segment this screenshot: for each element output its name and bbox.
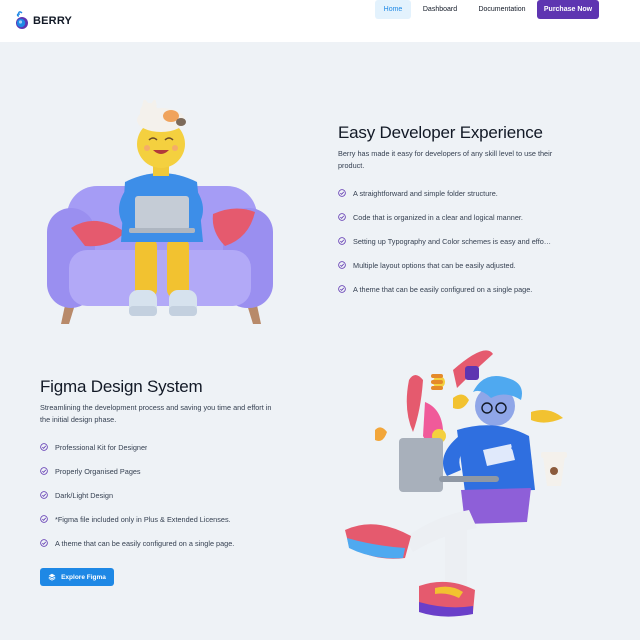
top-navbar: BERRY Home Dashboard Documentation Purch…	[0, 0, 640, 42]
figma-feature-text: *Figma file included only in Plus & Exte…	[55, 514, 231, 524]
developer-feature-text: Multiple layout options that can be easi…	[353, 260, 516, 270]
figma-section-description: Streamlining the development process and…	[40, 403, 272, 424]
developer-feature-item: Setting up Typography and Color schemes …	[338, 235, 578, 247]
purchase-now-button[interactable]: Purchase Now	[537, 0, 599, 19]
check-circle-icon	[40, 467, 48, 475]
check-circle-icon	[338, 285, 346, 293]
nav-dashboard-button[interactable]: Dashboard	[418, 0, 462, 19]
figma-feature-item: Dark/Light Design	[40, 489, 300, 501]
figma-feature-text: Properly Organised Pages	[55, 466, 141, 476]
brand-logo[interactable]: BERRY	[14, 11, 72, 31]
explore-figma-button[interactable]: Explore Figma	[40, 568, 114, 586]
check-circle-icon	[338, 213, 346, 221]
figma-feature-text: Dark/Light Design	[55, 490, 113, 500]
figma-feature-item: Professional Kit for Designer	[40, 441, 300, 453]
nav-documentation-button[interactable]: Documentation	[471, 0, 533, 19]
developer-section-title: Easy Developer Experience	[338, 123, 543, 142]
developer-section-description: Berry has made it easy for developers of…	[338, 149, 553, 170]
check-circle-icon	[338, 237, 346, 245]
check-circle-icon	[40, 539, 48, 547]
check-circle-icon	[40, 491, 48, 499]
explore-figma-label: Explore Figma	[61, 573, 106, 581]
figma-feature-item: Properly Organised Pages	[40, 465, 300, 477]
figma-feature-item: *Figma file included only in Plus & Exte…	[40, 513, 300, 525]
developer-feature-item: A theme that can be easily configured on…	[338, 283, 588, 295]
designer-with-laptop-illustration	[345, 350, 567, 617]
developer-feature-item: Code that is organized in a clear and lo…	[338, 211, 588, 223]
nav-home-button[interactable]: Home	[375, 0, 411, 19]
figma-section-title: Figma Design System	[40, 377, 203, 396]
developer-feature-text: Code that is organized in a clear and lo…	[353, 212, 523, 222]
developer-feature-item: Multiple layout options that can be easi…	[338, 259, 588, 271]
berry-logo-icon	[16, 11, 28, 29]
developer-feature-text: A straightforward and simple folder stru…	[353, 188, 498, 198]
figma-feature-text: A theme that can be easily configured on…	[55, 538, 235, 548]
check-circle-icon	[40, 515, 48, 523]
developer-on-sofa-illustration	[47, 100, 273, 324]
check-circle-icon	[40, 443, 48, 451]
check-circle-icon	[338, 261, 346, 269]
layers-icon	[48, 573, 56, 581]
check-circle-icon	[338, 189, 346, 197]
developer-feature-text: Setting up Typography and Color schemes …	[353, 236, 552, 246]
brand-name: BERRY	[33, 15, 73, 27]
figma-feature-text: Professional Kit for Designer	[55, 442, 148, 452]
developer-feature-item: A straightforward and simple folder stru…	[338, 187, 588, 199]
developer-feature-text: A theme that can be easily configured on…	[353, 284, 533, 294]
figma-feature-item: A theme that can be easily configured on…	[40, 537, 300, 549]
